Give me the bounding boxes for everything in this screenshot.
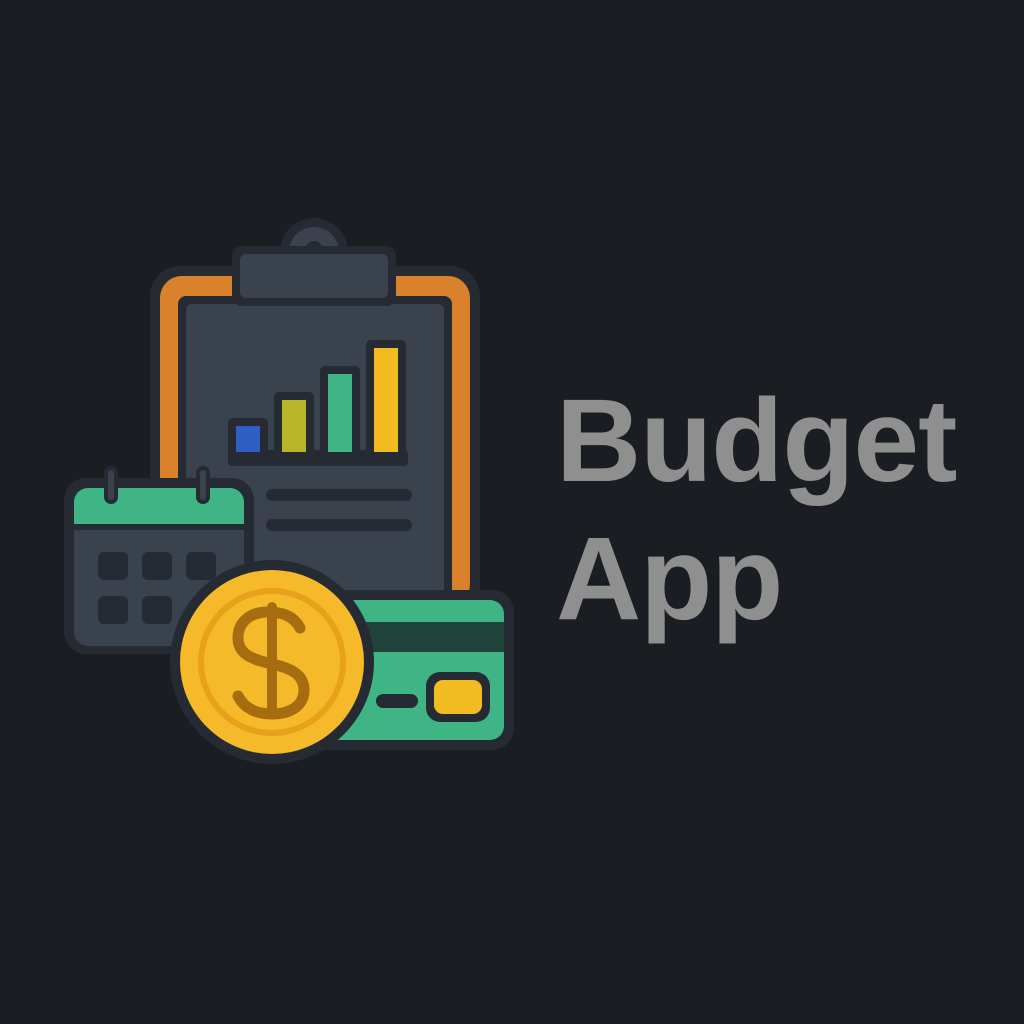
app-name: Budget App (556, 372, 996, 648)
chart-bar (328, 374, 352, 452)
app-name-line-1: Budget (556, 375, 957, 507)
dollar-coin-icon (170, 560, 374, 764)
clipboard-line (266, 519, 412, 531)
chart-baseline (228, 450, 408, 466)
app-name-line-2: App (556, 513, 783, 645)
app-splash: Budget App (0, 0, 1024, 1024)
chart-bar (374, 348, 398, 452)
chart-bar (236, 426, 260, 452)
chart-bar (282, 400, 306, 452)
clipboard-line (266, 489, 412, 501)
